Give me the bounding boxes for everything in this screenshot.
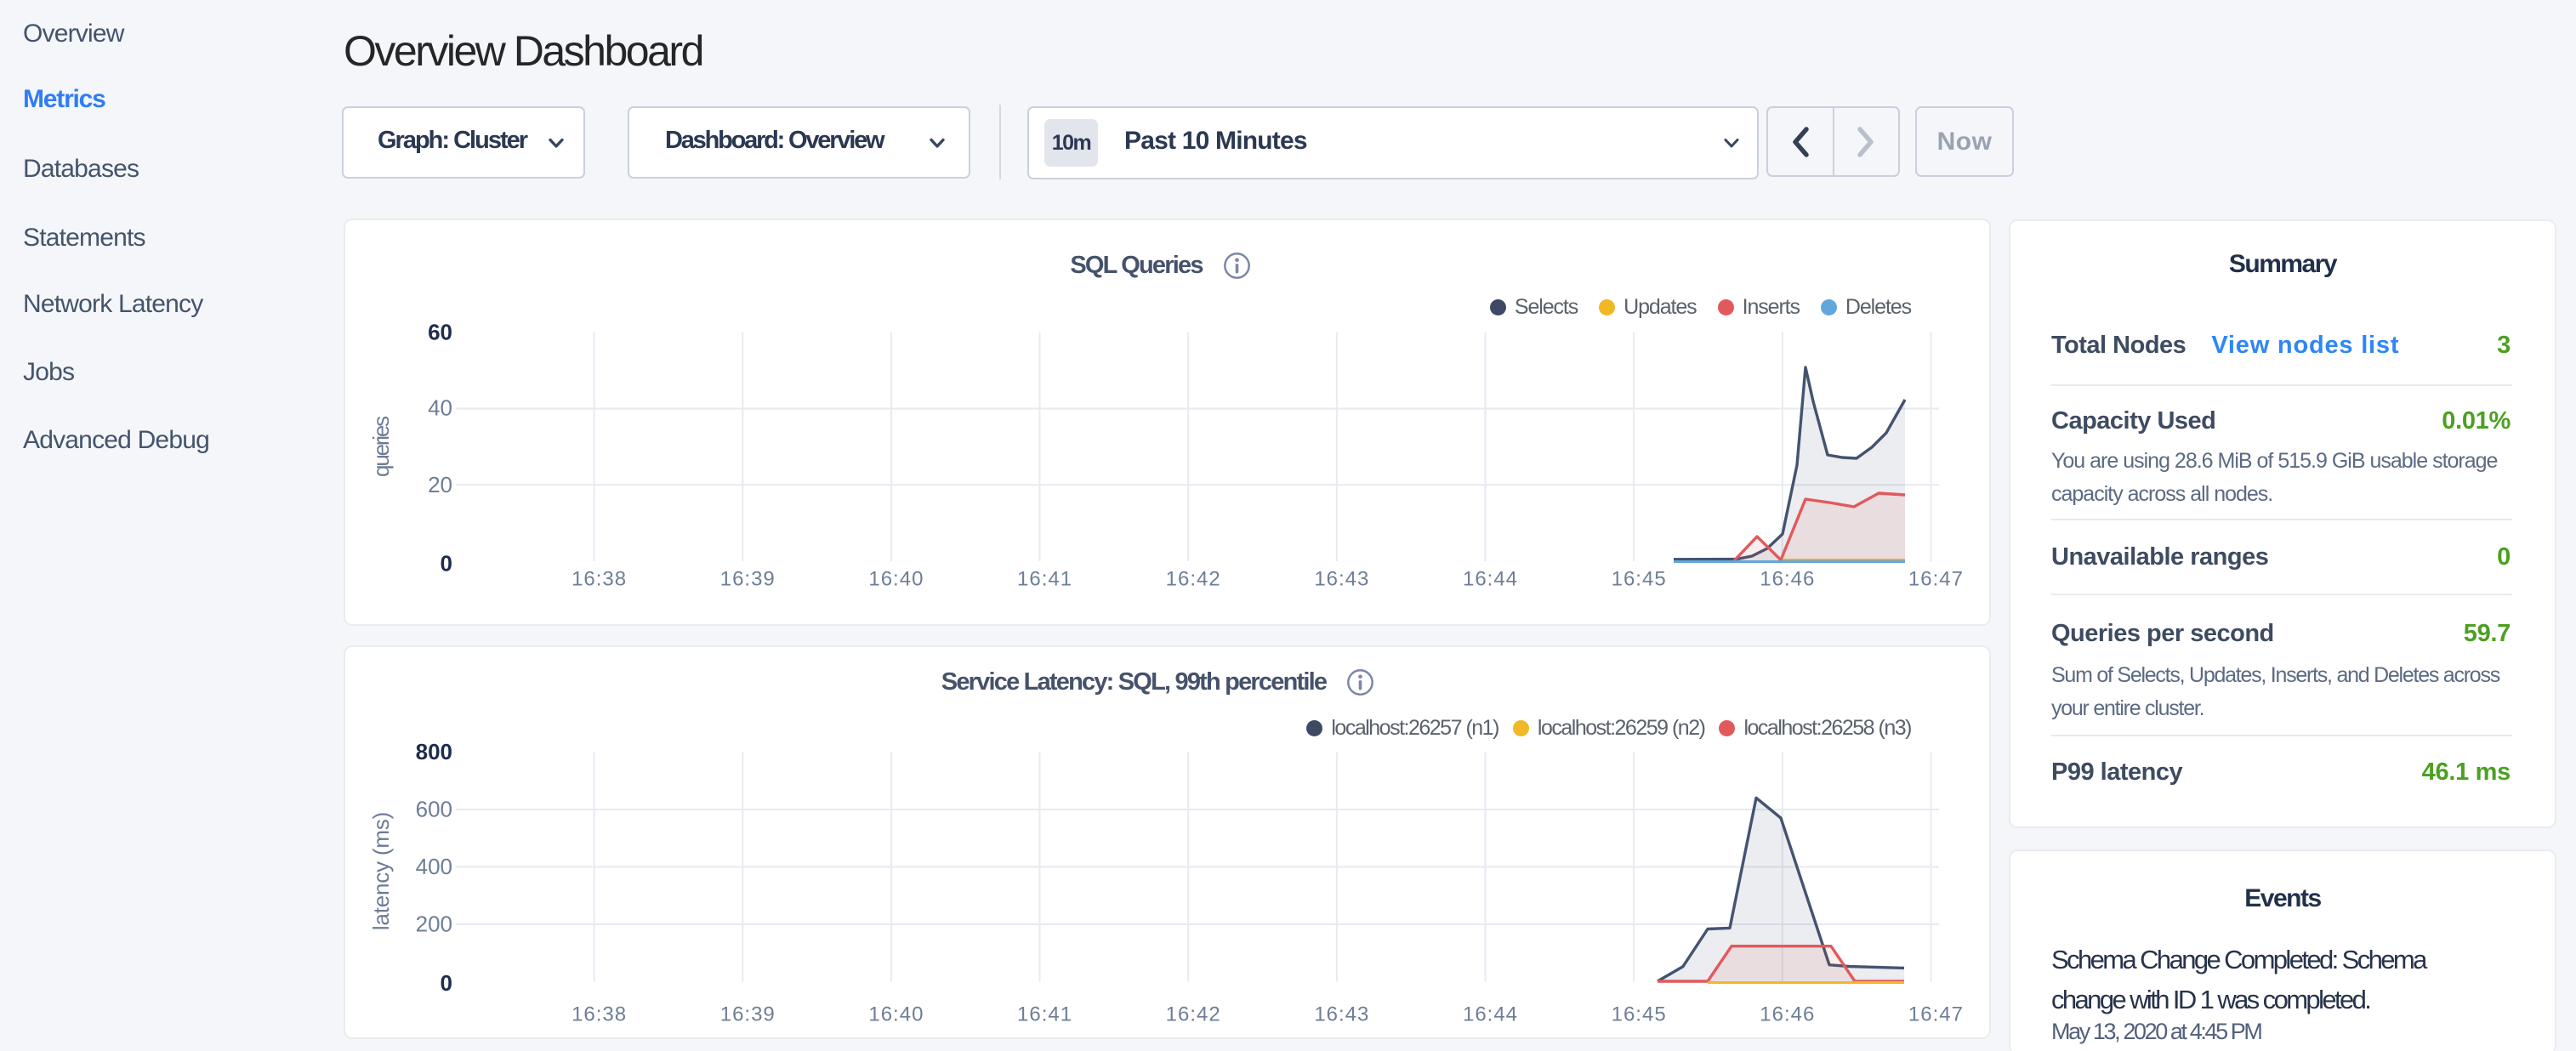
svg-text:16:45: 16:45	[1612, 1003, 1667, 1026]
svg-text:latency (ms): latency (ms)	[368, 812, 394, 930]
svg-text:16:41: 16:41	[1017, 568, 1072, 591]
svg-text:16:47: 16:47	[1908, 1003, 1964, 1026]
svg-text:16:46: 16:46	[1760, 568, 1815, 591]
svg-text:16:43: 16:43	[1314, 1003, 1369, 1026]
svg-text:queries: queries	[368, 416, 394, 477]
svg-text:200: 200	[416, 912, 452, 937]
svg-text:16:47: 16:47	[1908, 568, 1964, 591]
svg-text:0: 0	[441, 551, 452, 577]
svg-text:16:39: 16:39	[720, 568, 776, 591]
svg-text:60: 60	[428, 320, 452, 345]
svg-text:16:39: 16:39	[720, 1003, 776, 1026]
svg-text:16:44: 16:44	[1463, 1003, 1518, 1026]
svg-text:600: 600	[416, 797, 452, 822]
svg-text:16:44: 16:44	[1463, 568, 1518, 591]
svg-text:16:45: 16:45	[1612, 568, 1667, 591]
svg-text:16:38: 16:38	[571, 568, 627, 591]
svg-text:16:38: 16:38	[571, 1003, 627, 1026]
svg-text:20: 20	[428, 472, 452, 497]
svg-text:16:46: 16:46	[1760, 1003, 1815, 1026]
svg-text:16:43: 16:43	[1314, 568, 1369, 591]
svg-text:0: 0	[441, 970, 452, 996]
svg-text:16:40: 16:40	[868, 1003, 924, 1026]
svg-text:800: 800	[416, 739, 452, 764]
svg-text:16:42: 16:42	[1166, 1003, 1221, 1026]
svg-text:16:41: 16:41	[1017, 1003, 1072, 1026]
svg-text:16:40: 16:40	[868, 568, 924, 591]
svg-text:16:42: 16:42	[1166, 568, 1221, 591]
svg-text:400: 400	[416, 854, 452, 879]
svg-text:40: 40	[428, 395, 452, 421]
